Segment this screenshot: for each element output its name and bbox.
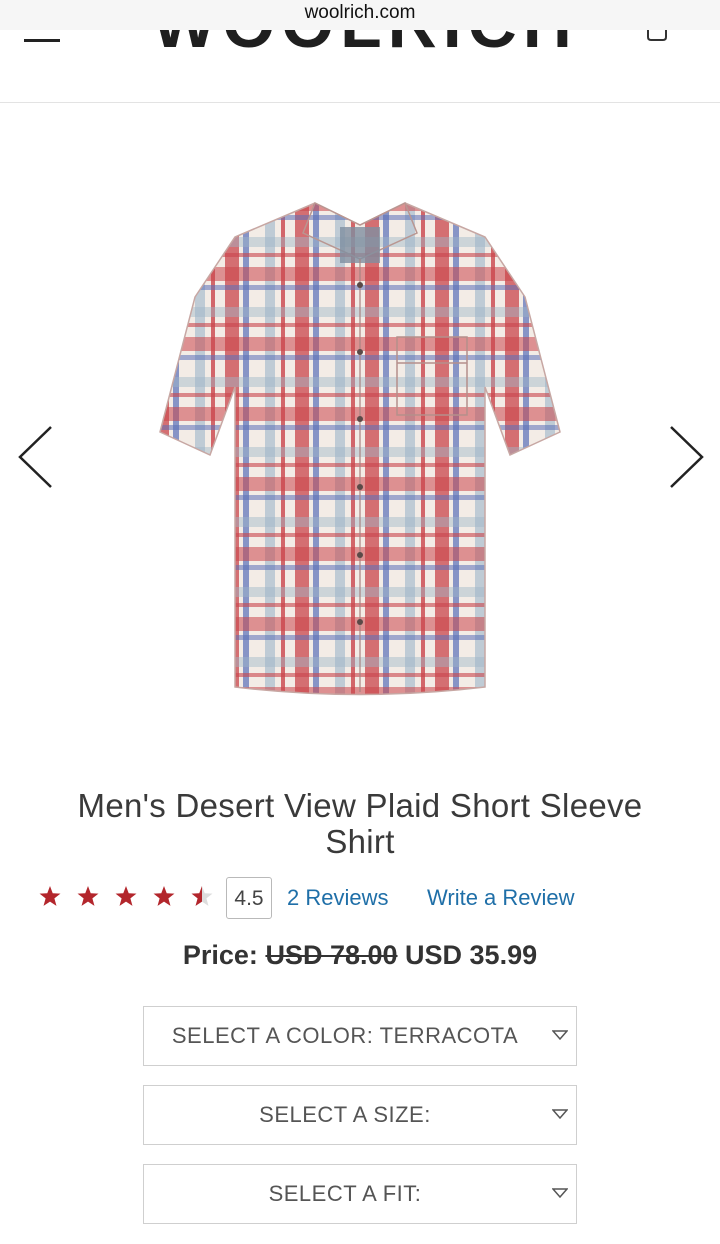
price-row: Price: USD 78.00 USD 35.99 bbox=[0, 940, 720, 971]
chevron-down-icon bbox=[552, 1030, 568, 1041]
next-image-arrow-icon[interactable] bbox=[666, 425, 706, 489]
star-icon bbox=[77, 886, 99, 906]
star-rating bbox=[39, 886, 213, 906]
fit-select[interactable]: SELECT A FIT: bbox=[143, 1164, 577, 1224]
star-icon bbox=[115, 886, 137, 906]
star-icon bbox=[191, 886, 213, 906]
brand-logo[interactable]: WOOLRICH bbox=[150, 30, 580, 58]
original-price: USD 78.00 bbox=[265, 940, 398, 970]
reviews-link[interactable]: 2 Reviews bbox=[287, 885, 388, 911]
product-title: Men's Desert View Plaid Short Sleeve Shi… bbox=[77, 787, 643, 860]
shopping-bag-icon[interactable] bbox=[646, 30, 668, 42]
rating-row: 4.5 2 Reviews Write a Review bbox=[38, 876, 698, 920]
fit-select-label: SELECT A FIT: bbox=[268, 1181, 422, 1206]
hamburger-menu-icon[interactable] bbox=[24, 30, 60, 44]
url-bar[interactable]: woolrich.com bbox=[0, 0, 720, 30]
color-select[interactable]: SELECT A COLOR: TERRACOTA bbox=[143, 1006, 577, 1066]
site-header: WOOLRICH bbox=[0, 30, 720, 103]
size-select-label: SELECT A SIZE: bbox=[259, 1102, 431, 1127]
star-icon bbox=[39, 886, 61, 906]
url-text: woolrich.com bbox=[304, 2, 416, 23]
product-image-shirt[interactable] bbox=[155, 197, 565, 702]
rating-value-badge: 4.5 bbox=[226, 877, 272, 919]
previous-image-arrow-icon[interactable] bbox=[16, 425, 56, 489]
color-select-label: SELECT A COLOR: TERRACOTA bbox=[171, 1023, 519, 1048]
sale-price: USD 35.99 bbox=[405, 940, 538, 970]
price-label: Price: bbox=[182, 940, 258, 970]
chevron-down-icon bbox=[552, 1188, 568, 1199]
write-review-link[interactable]: Write a Review bbox=[427, 885, 575, 911]
size-select[interactable]: SELECT A SIZE: bbox=[143, 1085, 577, 1145]
star-icon bbox=[153, 886, 175, 906]
chevron-down-icon bbox=[552, 1109, 568, 1120]
